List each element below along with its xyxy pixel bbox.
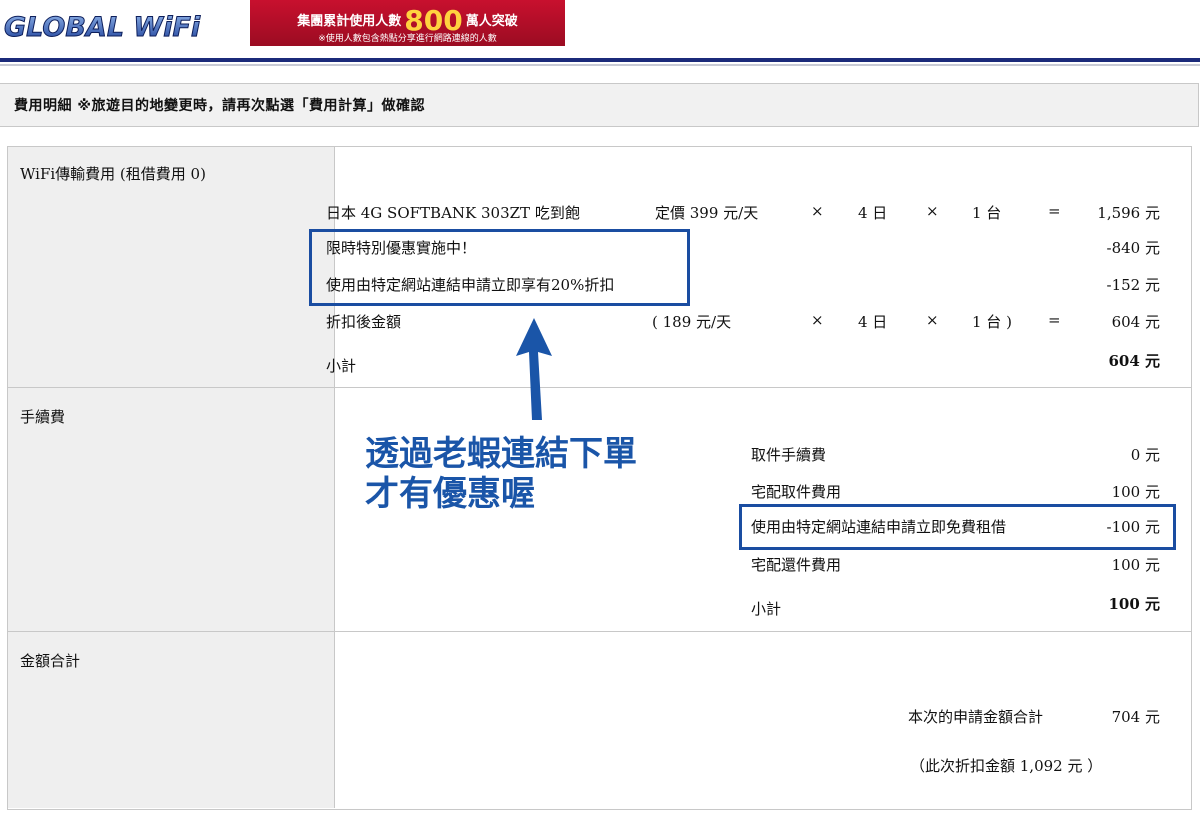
users-banner: 集團累計使用人數 800 萬人突破 ※使用人數包含熱點分享進行網路連線的人數: [250, 0, 565, 46]
apply-total-label: 本次的申請金額合計: [908, 708, 1044, 726]
apply-total-amount: 704 元: [1111, 708, 1160, 726]
pickup-fee-label: 取件手續費: [751, 446, 827, 464]
row-divider: [8, 631, 1191, 632]
total-amount-label: 金額合計: [20, 652, 81, 670]
site-discount-amount: -152 元: [1106, 276, 1160, 294]
header-divider: [0, 58, 1200, 62]
equals-sign: =: [1048, 202, 1061, 220]
pickup-fee-amount: 0 元: [1130, 446, 1160, 464]
header-divider-light: [0, 64, 1200, 66]
free-rental-amount: -100 元: [1106, 518, 1160, 536]
fees-subtotal-amount: 100 元: [1108, 595, 1160, 613]
annotation-line-1: 透過老蝦連結下單: [365, 434, 637, 474]
base-amount: 1,596 元: [1097, 204, 1160, 222]
equals-sign: =: [1048, 311, 1061, 329]
section-title: 費用明細 ※旅遊目的地變更時，請再次點選「費用計算」做確認: [14, 98, 425, 114]
promo-label: 限時特別優惠實施中！: [326, 239, 477, 257]
return-fee-amount: 100 元: [1111, 556, 1160, 574]
banner-suffix: 萬人突破: [465, 14, 518, 29]
product-name: 日本 4G SOFTBANK 303ZT 吃到飽: [326, 204, 580, 222]
free-rental-label: 使用由特定網站連結申請立即免費租借: [751, 518, 1007, 536]
fees-subtotal-label: 小計: [751, 600, 782, 618]
after-discount-amount: 604 元: [1111, 313, 1160, 331]
after-discount-label: 折扣後金額: [326, 313, 402, 331]
device-count: 1 台 ): [972, 313, 1012, 331]
return-fee-label: 宅配還件費用: [751, 556, 842, 574]
annotation-line-2: 才有優惠喔: [365, 474, 535, 514]
multiply-sign: ×: [926, 311, 939, 329]
logo-text: GLOBAL WiFi: [4, 12, 201, 43]
wifi-fee-label: WiFi傳輸費用 (租借費用 0): [20, 165, 206, 183]
wifi-subtotal-amount: 604 元: [1108, 352, 1160, 370]
delivery-fee-amount: 100 元: [1111, 483, 1160, 501]
delivery-fee-label: 宅配取件費用: [751, 483, 842, 501]
up-arrow-icon: [516, 318, 552, 420]
multiply-sign: ×: [926, 202, 939, 220]
device-count: 1 台: [972, 204, 1002, 222]
multiply-sign: ×: [811, 311, 824, 329]
site-discount-label: 使用由特定網站連結申請立即享有20%折扣: [326, 276, 615, 294]
banner-prefix: 集團累計使用人數: [297, 14, 402, 29]
banner-note: ※使用人數包含熱點分享進行網路連線的人數: [318, 34, 497, 44]
wifi-subtotal-label: 小計: [326, 357, 357, 375]
rental-days: 4 日: [858, 204, 888, 222]
multiply-sign: ×: [811, 202, 824, 220]
discount-note: （此次折扣金額 1,092 元 ）: [910, 757, 1103, 775]
global-wifi-logo[interactable]: GLOBAL WiFi: [0, 6, 242, 44]
handling-fee-label: 手續費: [20, 408, 66, 426]
after-discount-price: ( 189 元/天: [652, 313, 732, 331]
list-price: 定價 399 元/天: [655, 204, 759, 222]
annotation-callout: 透過老蝦連結下單 才有優惠喔: [365, 434, 637, 514]
promo-amount: -840 元: [1106, 239, 1160, 257]
row-divider: [8, 387, 1191, 388]
rental-days: 4 日: [858, 313, 888, 331]
